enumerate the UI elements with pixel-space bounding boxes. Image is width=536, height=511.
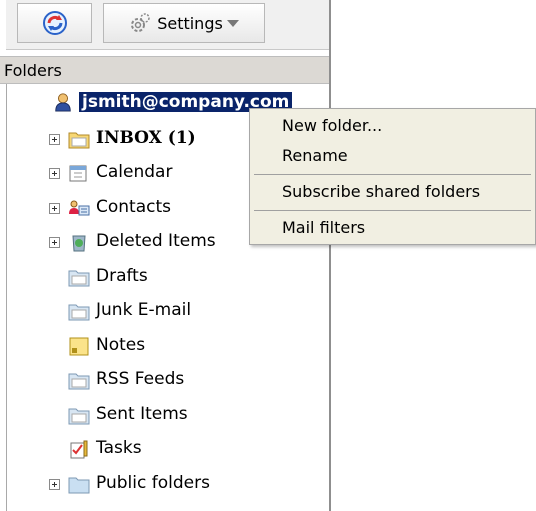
menu-item-label: New folder... bbox=[282, 116, 383, 135]
chevron-down-icon bbox=[226, 19, 239, 27]
gear-icon bbox=[131, 13, 150, 32]
context-menu: New folder... Rename Subscribe shared fo… bbox=[249, 108, 536, 245]
menu-item-label: Rename bbox=[282, 146, 348, 165]
menu-item-label: Mail filters bbox=[282, 218, 366, 237]
menu-item-subscribe-shared-folders[interactable]: Subscribe shared folders bbox=[250, 177, 535, 207]
toolbar: Settings bbox=[6, 0, 329, 50]
menu-item-rename[interactable]: Rename bbox=[250, 141, 535, 171]
folder-label: INBOX (1) bbox=[96, 128, 196, 148]
expand-icon[interactable] bbox=[49, 237, 60, 248]
folder-icon bbox=[68, 132, 90, 149]
folder-label: Notes bbox=[96, 335, 146, 355]
menu-item-label: Subscribe shared folders bbox=[282, 182, 481, 201]
panel-divider[interactable] bbox=[329, 0, 331, 511]
tree-item-sent-items[interactable]: Sent Items bbox=[0, 399, 329, 431]
tree-item-rss-feeds[interactable]: RSS Feeds bbox=[0, 364, 329, 396]
folders-header: Folders bbox=[0, 56, 329, 84]
expand-icon[interactable] bbox=[49, 168, 60, 179]
folder-icon bbox=[68, 408, 90, 425]
contacts-icon bbox=[69, 200, 90, 216]
folder-label: RSS Feeds bbox=[96, 369, 185, 389]
expand-icon[interactable] bbox=[49, 479, 60, 490]
tree-item-tasks[interactable]: Tasks bbox=[0, 433, 329, 465]
menu-separator bbox=[254, 210, 531, 211]
tree-item-notes[interactable]: Notes bbox=[0, 330, 329, 362]
expand-icon[interactable] bbox=[49, 203, 60, 214]
menu-separator bbox=[254, 174, 531, 175]
user-icon bbox=[55, 93, 71, 112]
folder-label: Contacts bbox=[96, 197, 171, 217]
recycle-bin-icon bbox=[72, 235, 86, 252]
folder-label: Drafts bbox=[96, 266, 148, 286]
expand-icon[interactable] bbox=[49, 134, 60, 145]
menu-item-new-folder[interactable]: New folder... bbox=[250, 111, 535, 141]
notes-icon bbox=[69, 337, 89, 356]
folder-icon bbox=[68, 373, 90, 390]
tree-item-junk-email[interactable]: Junk E-mail bbox=[0, 295, 329, 327]
folder-icon bbox=[68, 270, 90, 287]
folder-label: Tasks bbox=[96, 438, 142, 458]
refresh-icon bbox=[42, 11, 67, 35]
tree-item-public-folders[interactable]: Public folders bbox=[0, 468, 329, 500]
refresh-button[interactable] bbox=[17, 3, 92, 43]
tasks-icon bbox=[70, 440, 88, 459]
folder-label: Sent Items bbox=[96, 404, 188, 424]
tree-item-drafts[interactable]: Drafts bbox=[0, 261, 329, 293]
folder-icon bbox=[68, 304, 90, 321]
folder-label: Deleted Items bbox=[96, 231, 216, 251]
menu-item-mail-filters[interactable]: Mail filters bbox=[250, 213, 535, 243]
folder-label: Calendar bbox=[96, 162, 173, 182]
settings-button[interactable]: Settings bbox=[103, 3, 265, 43]
settings-label: Settings bbox=[157, 13, 223, 33]
folders-header-label: Folders bbox=[4, 61, 62, 80]
folder-label: Public folders bbox=[96, 473, 210, 493]
folder-label: Junk E-mail bbox=[96, 300, 192, 320]
calendar-icon bbox=[69, 165, 87, 182]
public-folder-icon bbox=[68, 477, 90, 494]
